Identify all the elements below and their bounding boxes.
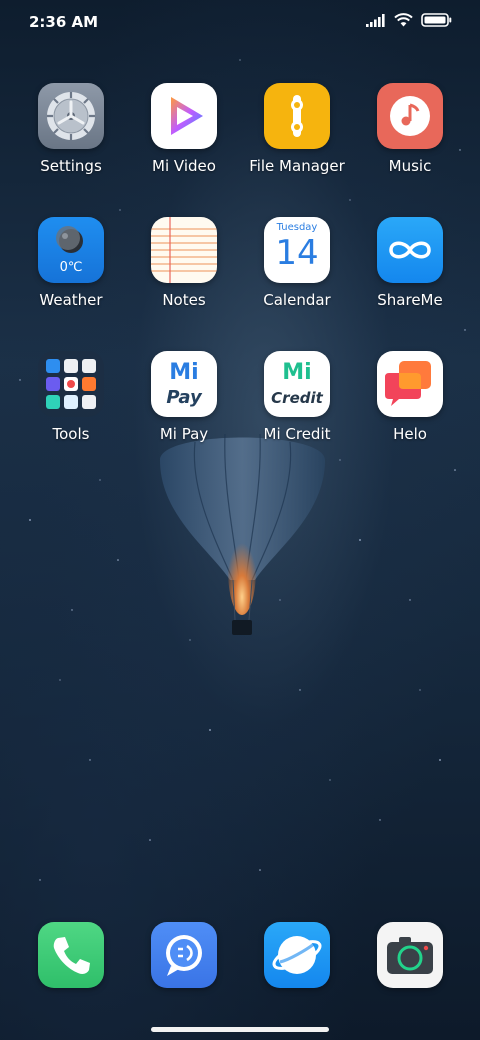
app-shareme[interactable]: ShareMe	[355, 217, 465, 309]
app-label: Mi Video	[152, 157, 216, 175]
mi-credit-logo-bottom: Credit	[271, 389, 323, 407]
app-mi-video[interactable]: Mi Video	[129, 83, 239, 175]
dock-browser[interactable]	[242, 922, 352, 988]
app-helo[interactable]: Helo	[355, 351, 465, 443]
dock-camera[interactable]	[355, 922, 465, 988]
weather-icon: 0℃	[38, 217, 104, 283]
mi-credit-logo-top: Mi	[282, 360, 312, 385]
app-label: Notes	[162, 291, 206, 309]
app-label: Calendar	[263, 291, 331, 309]
calendar-icon: Tuesday 14	[264, 217, 330, 283]
status-time: 2:36 AM	[29, 13, 99, 31]
app-label: ShareMe	[377, 291, 443, 309]
settings-icon	[38, 83, 104, 149]
app-label: File Manager	[249, 157, 345, 175]
messages-icon	[151, 922, 217, 988]
app-notes[interactable]: Notes	[129, 217, 239, 309]
status-bar: 2:36 AM	[0, 0, 480, 44]
file-manager-icon	[264, 83, 330, 149]
tools-folder-icon	[38, 351, 104, 417]
mi-pay-logo-bottom: Pay	[166, 387, 202, 408]
shareme-icon	[377, 217, 443, 283]
app-music[interactable]: Music	[355, 83, 465, 175]
notes-icon	[151, 217, 217, 283]
app-label: Music	[388, 157, 432, 175]
phone-icon	[38, 922, 104, 988]
dock-phone[interactable]	[16, 922, 126, 988]
mi-pay-logo-top: Mi	[169, 360, 199, 385]
app-file-manager[interactable]: File Manager	[242, 83, 352, 175]
wifi-icon	[394, 13, 413, 27]
mi-video-icon	[151, 83, 217, 149]
app-label: Settings	[40, 157, 102, 175]
app-settings[interactable]: Settings	[16, 83, 126, 175]
helo-icon	[377, 351, 443, 417]
mi-pay-icon: Mi Pay	[151, 351, 217, 417]
battery-icon	[421, 13, 452, 27]
mi-credit-icon: Mi Credit	[264, 351, 330, 417]
app-label: Helo	[393, 425, 427, 443]
app-calendar[interactable]: Tuesday 14 Calendar	[242, 217, 352, 309]
calendar-weekday: Tuesday	[276, 222, 318, 233]
app-label: Tools	[52, 425, 90, 443]
music-icon	[377, 83, 443, 149]
app-label: Mi Pay	[159, 425, 209, 443]
app-label: Mi Credit	[263, 425, 331, 443]
weather-temp: 0℃	[59, 260, 83, 275]
calendar-day: 14	[275, 233, 319, 273]
home-indicator[interactable]	[151, 1027, 329, 1032]
app-mi-pay[interactable]: Mi Pay Mi Pay	[129, 351, 239, 443]
app-tools-folder[interactable]: Tools	[16, 351, 126, 443]
app-label: Weather	[39, 291, 103, 309]
dock-messages[interactable]	[129, 922, 239, 988]
signal-icon	[366, 13, 385, 27]
camera-icon	[377, 922, 443, 988]
app-mi-credit[interactable]: Mi Credit Mi Credit	[242, 351, 352, 443]
balloon-wallpaper-image	[160, 433, 325, 635]
browser-icon	[264, 922, 330, 988]
app-weather[interactable]: 0℃ Weather	[16, 217, 126, 309]
